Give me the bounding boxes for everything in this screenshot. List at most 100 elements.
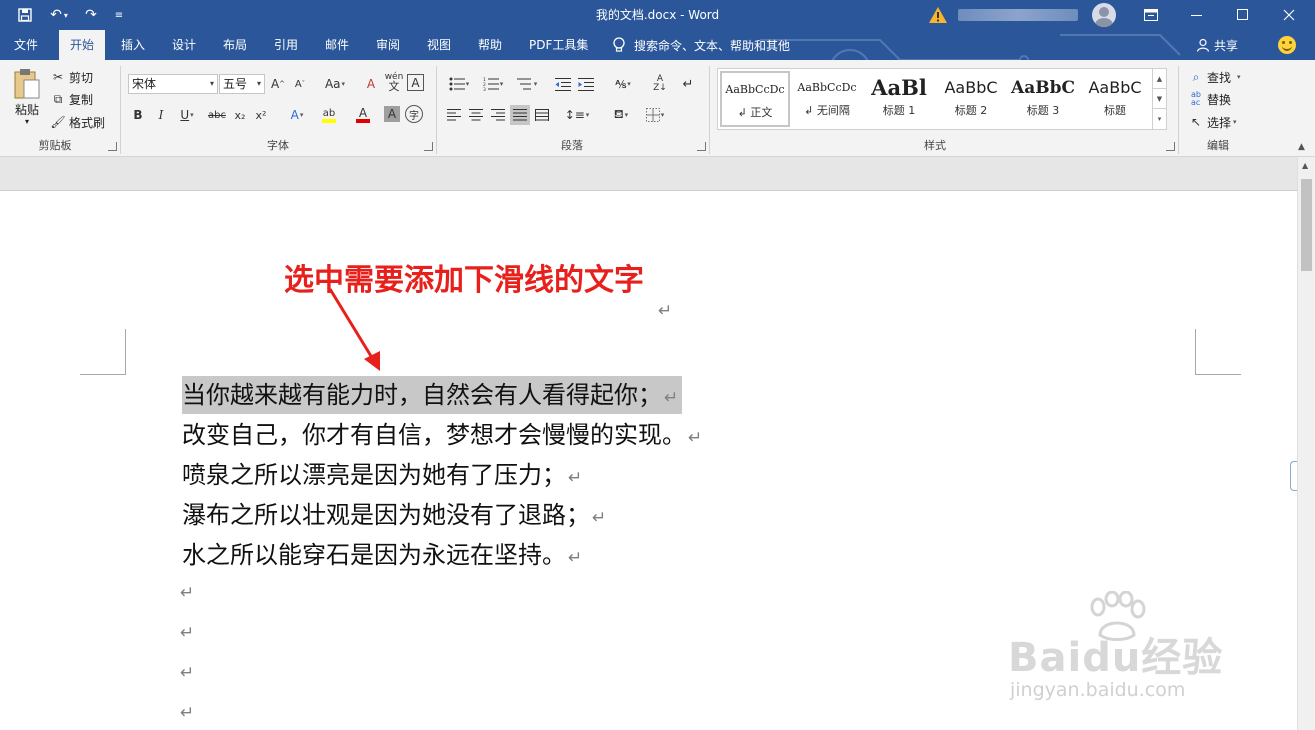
search-icon: ⌕ <box>1192 69 1200 84</box>
tab-insert[interactable]: 插入 <box>111 30 155 60</box>
warning-icon[interactable] <box>928 5 948 25</box>
asian-layout-button[interactable]: ⅍ ▾ <box>608 74 638 94</box>
style-title[interactable]: AaBbC 标题 <box>1080 71 1150 127</box>
clipboard-launcher-icon[interactable] <box>108 142 117 151</box>
highlight-button[interactable]: ab <box>314 105 344 125</box>
line-spacing-button[interactable]: ↕≡ ▾ <box>562 105 592 125</box>
bullets-button[interactable]: ▾ <box>444 74 474 94</box>
find-label: 查找 <box>1207 70 1232 85</box>
style-heading-3[interactable]: AaBbC 标题 3 <box>1008 71 1078 127</box>
multilevel-list-button[interactable]: ▾ <box>512 74 542 94</box>
character-border-button[interactable]: A <box>407 74 424 91</box>
line-text: 瀑布之所以壮观是因为她没有了退路； <box>182 501 590 529</box>
style-name: 标题 2 <box>954 104 988 117</box>
strikethrough-glyph: abc <box>208 109 226 121</box>
person-icon <box>1196 38 1210 52</box>
side-pane-handle[interactable] <box>1290 461 1297 491</box>
tab-pdf-tools[interactable]: PDF工具集 <box>519 30 598 60</box>
sort-button[interactable]: A Z↓ <box>650 74 670 94</box>
font-launcher-icon[interactable] <box>424 142 433 151</box>
styles-launcher-icon[interactable] <box>1166 142 1175 151</box>
feedback-smiley-icon[interactable] <box>1278 36 1296 54</box>
scroll-thumb[interactable] <box>1301 179 1312 271</box>
cut-button[interactable]: ✂ 剪切 <box>50 67 93 87</box>
numbering-button[interactable]: 1 2 3 ▾ <box>478 74 508 94</box>
find-button[interactable]: ⌕ 查找 ▾ <box>1188 67 1241 87</box>
paragraph-launcher-icon[interactable] <box>697 142 706 151</box>
clear-formatting-button[interactable]: A <box>361 74 381 94</box>
font-size-combo[interactable]: 五号 ▾ <box>219 74 265 94</box>
maximize-button[interactable] <box>1220 0 1266 30</box>
align-left-button[interactable] <box>444 105 464 125</box>
annotation-arrow <box>328 288 380 371</box>
text-line-3[interactable]: 喷泉之所以漂亮是因为她有了压力； ↵ <box>182 456 582 494</box>
tab-review[interactable]: 审阅 <box>366 30 410 60</box>
change-case-button[interactable]: Aa ▾ <box>320 74 350 94</box>
borders-button[interactable]: ▾ <box>640 105 670 125</box>
underline-button[interactable]: U ▾ <box>172 105 202 125</box>
distributed-button[interactable] <box>532 105 552 125</box>
justify-button[interactable] <box>510 105 530 125</box>
style-heading-2[interactable]: AaBbC 标题 2 <box>936 71 1006 127</box>
share-button[interactable]: 共享 <box>1196 30 1238 60</box>
increase-indent-button[interactable] <box>576 74 596 94</box>
character-shading-button[interactable]: A <box>384 106 400 122</box>
tab-references[interactable]: 引用 <box>264 30 308 60</box>
scroll-up-icon[interactable]: ▲ <box>1302 161 1308 170</box>
styles-scroll-up-icon[interactable]: ▲ <box>1153 69 1166 89</box>
phonetic-guide-button[interactable]: wén 文 <box>384 72 404 93</box>
close-button[interactable] <box>1266 0 1312 30</box>
collapse-ribbon-icon[interactable]: ▲ <box>1298 142 1305 152</box>
italic-button[interactable]: I <box>151 105 171 125</box>
style-no-spacing[interactable]: AaBbCcDc ↲ 无间隔 <box>792 71 862 127</box>
tab-mailings[interactable]: 邮件 <box>315 30 359 60</box>
text-line-1[interactable]: 当你越来越有能力时，自然会有人看得起你； ↵ <box>182 376 683 414</box>
enclose-characters-button[interactable]: 字 <box>405 105 423 123</box>
font-name-combo[interactable]: 宋体 ▾ <box>128 74 218 94</box>
copy-icon: ⧉ <box>53 91 63 106</box>
strikethrough-button[interactable]: abc <box>205 105 229 125</box>
tell-me-search[interactable]: 搜索命令、文本、帮助和其他 <box>612 30 790 60</box>
replace-button[interactable]: ab ac 替换 <box>1188 89 1231 109</box>
styles-more-icon[interactable]: ▾ <box>1153 109 1166 129</box>
vertical-scrollbar[interactable]: ▲ <box>1297 157 1315 730</box>
tab-home[interactable]: 开始 <box>59 30 105 60</box>
text-line-4[interactable]: 瀑布之所以壮观是因为她没有了退路； ↵ <box>182 496 606 534</box>
shading-button[interactable]: ⛾ ▾ <box>606 105 636 125</box>
format-painter-button[interactable]: 🖌 格式刷 <box>50 112 105 132</box>
text-line-5[interactable]: 水之所以能穿石是因为永远在坚持。 ↵ <box>182 536 582 574</box>
align-right-button[interactable] <box>488 105 508 125</box>
account-name[interactable] <box>958 9 1078 21</box>
tab-view[interactable]: 视图 <box>417 30 461 60</box>
decrease-indent-button[interactable] <box>553 74 573 94</box>
text-effects-button[interactable]: A ▾ <box>282 105 312 125</box>
style-preview: AaBbCcDc <box>797 81 857 94</box>
select-label: 选择 <box>1207 115 1232 130</box>
tab-help[interactable]: 帮助 <box>468 30 512 60</box>
bold-button[interactable]: B <box>128 105 148 125</box>
tab-layout[interactable]: 布局 <box>213 30 257 60</box>
subscript-button[interactable]: x₂ <box>230 105 250 125</box>
grow-font-button[interactable]: A ^ <box>268 74 288 94</box>
font-color-glyph: A <box>358 106 368 120</box>
subscript-glyph: x₂ <box>234 108 246 122</box>
style-normal[interactable]: AaBbCcDc ↲ 正文 <box>720 71 790 127</box>
superscript-button[interactable]: x² <box>251 105 271 125</box>
style-heading-1[interactable]: AaBl 标题 1 <box>864 71 934 127</box>
ribbon-display-options-button[interactable] <box>1128 0 1174 30</box>
paste-button[interactable]: 粘贴 ▾ <box>10 68 44 134</box>
copy-button[interactable]: ⧉ 复制 <box>50 89 93 109</box>
avatar[interactable] <box>1092 3 1116 27</box>
editing-group-label: 编辑 <box>1207 139 1229 152</box>
shrink-font-button[interactable]: Aˇ <box>290 74 310 94</box>
document-canvas[interactable]: 选中需要添加下滑线的文字 ↵ 当你越来越有能力时，自然会有人看得起你； ↵ 改变自… <box>0 191 1297 730</box>
font-color-button[interactable]: A <box>348 105 378 125</box>
tab-design[interactable]: 设计 <box>162 30 206 60</box>
text-line-2[interactable]: 改变自己，你才有自信，梦想才会慢慢的实现。 ↵ <box>182 416 702 454</box>
align-center-button[interactable] <box>466 105 486 125</box>
show-marks-button[interactable]: ↵ <box>678 74 698 94</box>
select-button[interactable]: ↖ 选择 ▾ <box>1188 112 1237 132</box>
styles-scroll-down-icon[interactable]: ▼ <box>1153 89 1166 109</box>
minimize-button[interactable] <box>1174 0 1220 30</box>
tab-file[interactable]: 文件 <box>4 30 48 60</box>
